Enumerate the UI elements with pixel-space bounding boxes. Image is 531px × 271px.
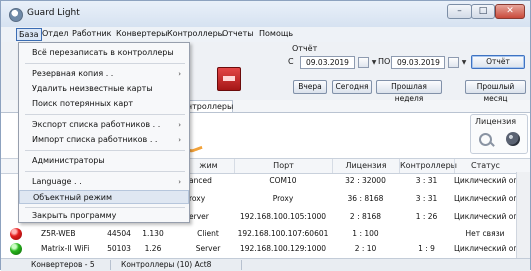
menu-item-rewrite-all[interactable]: Всё перезаписать в контроллеры <box>19 46 189 60</box>
status-cell: Циклический опрос <box>454 212 516 221</box>
calendar-icon[interactable] <box>358 57 369 68</box>
status-divider <box>241 260 242 270</box>
mode-cell: roxy <box>189 194 206 203</box>
controllers-cell: 1 : 9 <box>418 244 435 253</box>
menu-item-label: Импорт списка работников . . <box>32 135 158 144</box>
device-name-cell: Matrix-II WiFi <box>41 244 90 253</box>
menu-bar: База Отдел Работник Конвертеры Контролле… <box>1 27 530 43</box>
globe-icon[interactable] <box>506 132 520 146</box>
license-cell: 32 : 32000 <box>345 176 386 185</box>
app-icon <box>9 8 23 22</box>
chevron-right-icon: › <box>178 121 181 129</box>
menu-item-administrators[interactable]: Администраторы <box>19 154 189 168</box>
menu-item-delete-unknown-cards[interactable]: Удалить неизвестные карты <box>19 82 189 96</box>
menu-separator <box>25 207 185 208</box>
menu-separator <box>25 114 185 115</box>
menu-rabotnik[interactable]: Работник <box>70 29 113 38</box>
menu-pomosh[interactable]: Помощь <box>257 29 295 38</box>
version-cell: 1.26 <box>144 244 162 253</box>
menu-item-language[interactable]: Language . . › <box>19 175 189 189</box>
report-label: Отчёт <box>292 44 318 53</box>
status-cell: Циклический опрос <box>454 194 516 203</box>
menu-item-object-mode[interactable]: Объектный режим <box>19 190 189 204</box>
close-button[interactable]: ✕ <box>495 4 525 19</box>
menu-baza[interactable]: База <box>16 28 42 41</box>
chevron-down-icon[interactable]: ▼ <box>370 57 378 68</box>
menu-item-label: Резервная копия . . <box>32 69 114 78</box>
chevron-down-icon[interactable]: ▼ <box>460 57 468 68</box>
last-week-button[interactable]: Прошлая неделя <box>376 80 442 103</box>
menu-separator <box>25 63 185 64</box>
vertical-scrollbar[interactable] <box>516 172 530 258</box>
license-title: Лицензия <box>475 117 517 126</box>
license-cell: 36 : 8168 <box>347 194 384 203</box>
controllers-count: Контроллеры (10) Act8 <box>121 260 212 269</box>
mode-cell: erver <box>189 212 209 221</box>
status-bar: Конвертеров - 5 Контроллеры (10) Act8 <box>1 258 530 271</box>
status-divider <box>110 260 111 270</box>
license-cell: 2 : 8168 <box>349 212 382 221</box>
menu-item-backup[interactable]: Резервная копия . . › <box>19 67 189 81</box>
menu-item-find-lost-cards[interactable]: Поиск потерянных карт <box>19 97 189 111</box>
window-title: Guard Light <box>27 8 80 18</box>
to-label: ПО <box>378 57 391 66</box>
minimize-button[interactable]: – <box>447 4 472 19</box>
status-red-icon <box>10 228 22 240</box>
table-row[interactable]: Matrix-II WiFi 50103 1.26 Server 192.168… <box>1 240 530 258</box>
license-cell: 2 : 10 <box>354 244 377 253</box>
status-cell: Циклический опрос <box>454 176 516 185</box>
from-date-field[interactable]: 09.03.2019 <box>300 56 355 69</box>
column-header-controllers[interactable]: Контроллеры <box>399 159 457 173</box>
menu-kontrollery[interactable]: Контроллеры <box>165 29 226 38</box>
chevron-right-icon: › <box>178 178 181 186</box>
column-header-port[interactable]: Порт <box>234 159 332 173</box>
serial-cell: 50103 <box>107 244 131 253</box>
calendar-icon[interactable] <box>448 57 459 68</box>
chevron-right-icon: › <box>178 136 181 144</box>
app-window: Guard Light – □ ✕ База Отдел Работник Ко… <box>0 0 531 271</box>
status-cell: Циклический опрос <box>454 244 516 253</box>
port-cell: COM10 <box>269 176 297 185</box>
converters-count: Конвертеров - 5 <box>31 260 95 269</box>
title-bar: Guard Light – □ ✕ <box>1 1 530 28</box>
today-button[interactable]: Сегодня <box>332 80 372 94</box>
menu-konvertery[interactable]: Конвертеры <box>114 29 170 38</box>
menu-item-import-workers[interactable]: Импорт списка работников . . › <box>19 133 189 147</box>
last-month-button[interactable]: Прошлый месяц <box>465 80 526 103</box>
menu-separator <box>25 171 185 172</box>
menu-item-label: Экспорт списка работников . . <box>32 120 161 129</box>
maximize-button[interactable]: □ <box>471 4 495 19</box>
port-cell: Proxy <box>272 194 294 203</box>
report-button[interactable]: Отчёт <box>471 55 525 69</box>
controllers-cell: 1 : 26 <box>415 212 438 221</box>
baza-dropdown-menu: Всё перезаписать в контроллеры Резервная… <box>18 42 190 223</box>
column-header-status[interactable]: Статус <box>454 159 516 173</box>
mode-cell: Server <box>195 244 221 253</box>
port-cell: 192.168.100.105:1000 <box>239 212 327 221</box>
to-date-field[interactable]: 09.03.2019 <box>391 56 445 69</box>
yesterday-button[interactable]: Вчера <box>293 80 327 94</box>
controllers-cell: 3 : 31 <box>415 176 438 185</box>
chevron-right-icon: › <box>178 70 181 78</box>
port-cell: 192.168.100.129:1000 <box>239 244 327 253</box>
menu-item-exit[interactable]: Закрыть программу <box>19 209 189 223</box>
mode-cell: anced <box>189 176 212 185</box>
menu-otdel[interactable]: Отдел <box>40 29 71 38</box>
controllers-cell: 3 : 31 <box>415 194 438 203</box>
search-icon[interactable] <box>479 133 492 146</box>
controller-device-icon <box>217 67 241 91</box>
status-green-icon <box>10 243 22 255</box>
license-group: Лицензия <box>470 114 528 154</box>
from-label: С <box>288 57 294 66</box>
column-header-license[interactable]: Лицензия <box>332 159 399 173</box>
menu-item-export-workers[interactable]: Экспорт списка работников . . › <box>19 118 189 132</box>
menu-separator <box>25 150 185 151</box>
menu-item-label: Language . . <box>32 177 82 186</box>
menu-otchety[interactable]: Отчеты <box>220 29 256 38</box>
